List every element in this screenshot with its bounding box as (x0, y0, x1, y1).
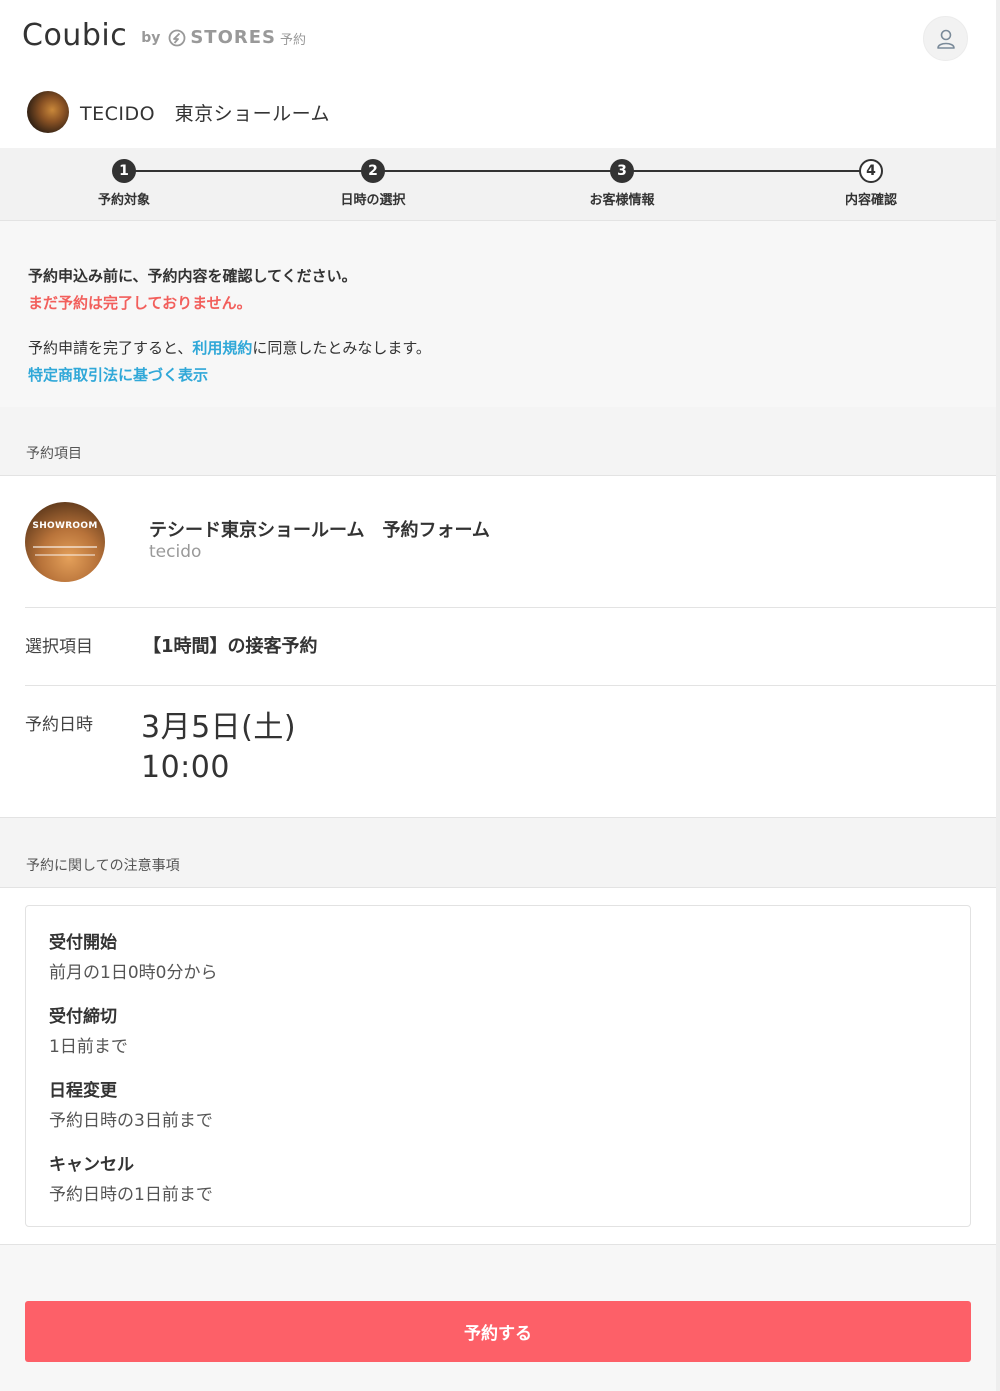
item-thumbnail: SHOWROOM (25, 502, 105, 582)
rule-value: 予約日時の3日前まで (49, 1111, 213, 1131)
coubic-logo[interactable]: Coubic by STORES 予約 (22, 18, 306, 53)
terms-suffix: に同意したとみなします。 (252, 339, 431, 357)
logo-stores: STORES (190, 27, 277, 48)
step-2: 2 日時の選択 (313, 159, 433, 208)
shop-name: TECIDO 東京ショールーム (80, 102, 330, 125)
commerce-law-link[interactable]: 特定商取引法に基づく表示 (28, 364, 208, 385)
step-number: 1 (112, 159, 136, 183)
notice-instruction: 予約申込み前に、予約内容を確認してください。 (28, 267, 357, 285)
step-3: 3 お客様情報 (562, 159, 682, 208)
step-number: 2 (361, 159, 385, 183)
step-4-current: 4 内容確認 (811, 159, 931, 208)
logo-stores-sub: 予約 (280, 33, 307, 48)
rule-heading: 日程変更 (49, 1081, 117, 1101)
shop-info[interactable]: TECIDO 東京ショールーム (27, 91, 330, 133)
reservation-section-header: 予約項目 (0, 407, 996, 476)
thumbnail-decoration (33, 546, 97, 548)
section-title: 予約に関しての注意事項 (26, 858, 180, 874)
reservation-date: 3月5日(土) (141, 710, 297, 745)
user-account-button[interactable] (923, 16, 968, 61)
logo-by: by (141, 29, 161, 46)
step-1: 1 予約対象 (64, 159, 184, 208)
step-label: 予約対象 (97, 193, 150, 208)
item-title: テシード東京ショールーム 予約フォーム (149, 520, 490, 541)
step-label: 内容確認 (844, 193, 897, 208)
user-icon (936, 29, 955, 49)
rule-value: 予約日時の1日前まで (49, 1185, 213, 1205)
terms-notice: 予約申請を完了すると、利用規約に同意したとみなします。 (28, 337, 431, 358)
terms-prefix: 予約申請を完了すると、 (28, 339, 193, 357)
thumbnail-label: SHOWROOM (32, 521, 98, 531)
progress-line (124, 170, 871, 172)
submit-reservation-button[interactable]: 予約する (25, 1301, 971, 1362)
shop-avatar (27, 91, 69, 133)
section-title: 予約項目 (26, 446, 82, 462)
progress-steps: 1 予約対象 2 日時の選択 3 お客様情報 4 内容確認 (0, 148, 996, 221)
scrollbar-track[interactable] (996, 0, 1000, 1391)
step-label: 日時の選択 (340, 193, 406, 208)
rules-box: 受付開始 前月の1日0時0分から 受付締切 1日前まで 日程変更 予約日時の3日… (25, 905, 971, 1227)
datetime-label: 予約日時 (25, 715, 93, 735)
rule-heading: 受付締切 (49, 1007, 117, 1027)
footer-actions: 予約する (0, 1244, 996, 1391)
rule-value: 1日前まで (49, 1037, 128, 1057)
thumbnail-decoration (35, 554, 95, 556)
divider (25, 607, 996, 608)
logo-text: Coubic (22, 18, 128, 53)
selected-item-value: 【1時間】の接客予約 (143, 636, 318, 657)
reservation-details: SHOWROOM テシード東京ショールーム 予約フォーム tecido 選択項目… (0, 475, 996, 818)
confirmation-notice: 予約申込み前に、予約内容を確認してください。 まだ予約は完了しておりません。 予… (0, 221, 996, 407)
selected-item-label: 選択項目 (25, 637, 93, 657)
rule-heading: キャンセル (49, 1155, 134, 1175)
divider (25, 685, 996, 686)
stores-logo-icon (168, 29, 186, 46)
page-header: Coubic by STORES 予約 TECIDO 東京ショールーム (0, 0, 996, 148)
step-label: お客様情報 (589, 193, 655, 208)
rule-value: 前月の1日0時0分から (49, 963, 218, 983)
item-subtitle: tecido (149, 542, 202, 562)
rules-section-header: 予約に関しての注意事項 (0, 818, 996, 888)
rule-heading: 受付開始 (49, 933, 117, 953)
notice-warning: まだ予約は完了しておりません。 (28, 294, 252, 312)
reservation-time: 10:00 (141, 750, 230, 785)
step-number: 3 (610, 159, 634, 183)
terms-link[interactable]: 利用規約 (192, 339, 252, 357)
step-number: 4 (859, 159, 883, 183)
